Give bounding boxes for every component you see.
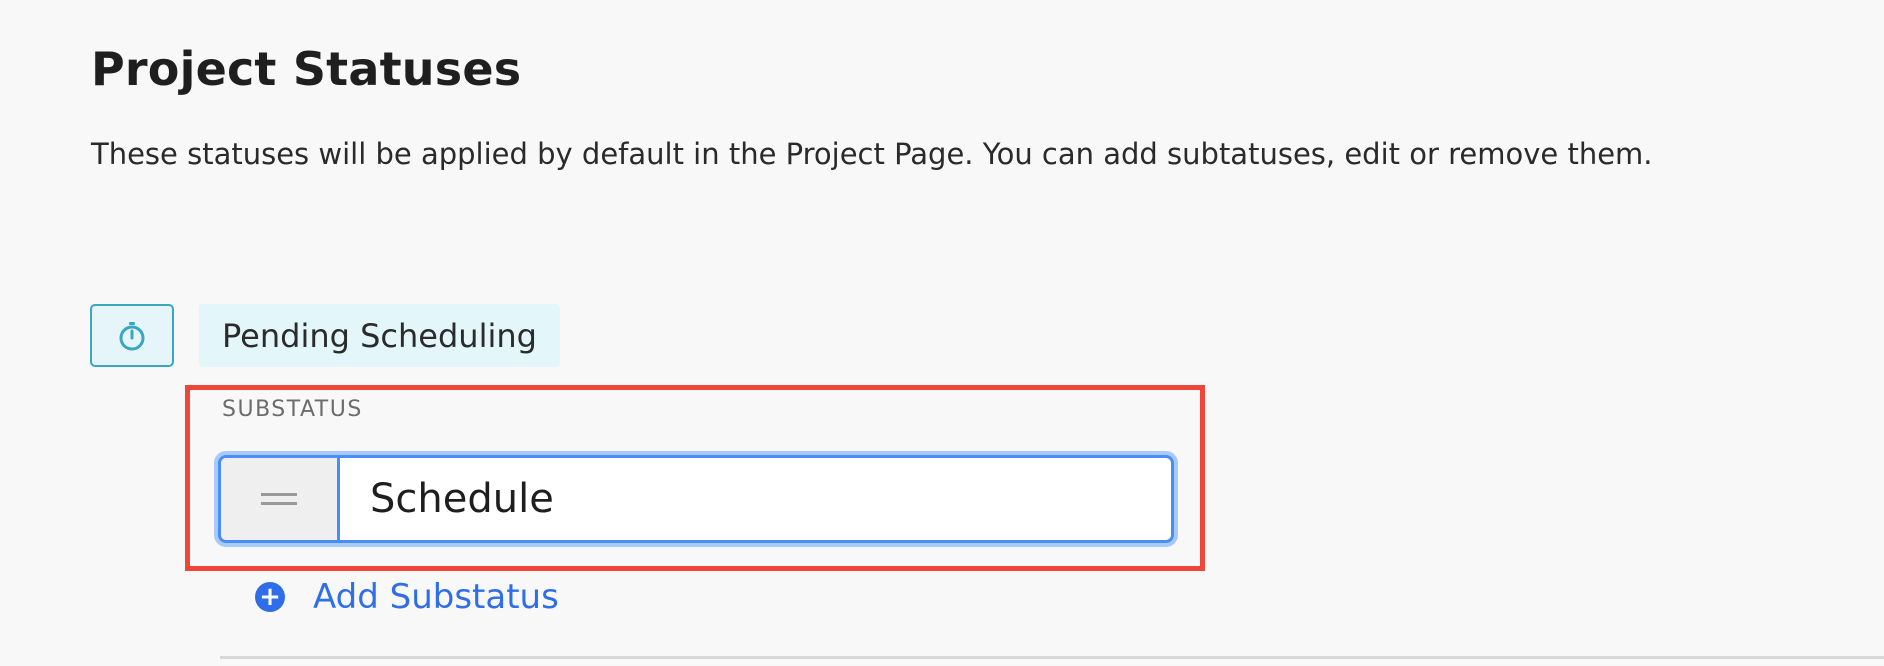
add-substatus-label: Add Substatus bbox=[313, 577, 559, 617]
status-name: Pending Scheduling bbox=[222, 316, 537, 355]
drag-handle[interactable] bbox=[221, 458, 340, 540]
divider bbox=[220, 656, 1884, 659]
plus-circle-icon: + bbox=[255, 582, 285, 612]
add-substatus-button[interactable]: + Add Substatus bbox=[255, 577, 559, 617]
project-statuses-page: Project Statuses These statuses will be … bbox=[0, 0, 1884, 666]
drag-handle-icon bbox=[261, 493, 297, 505]
stopwatch-icon bbox=[119, 321, 145, 350]
substatus-field bbox=[218, 455, 1174, 543]
page-title: Project Statuses bbox=[91, 42, 522, 96]
substatus-label: SUBSTATUS bbox=[222, 397, 363, 422]
status-chip[interactable]: Pending Scheduling bbox=[199, 304, 560, 367]
page-description: These statuses will be applied by defaul… bbox=[91, 137, 1653, 171]
substatus-input[interactable] bbox=[340, 458, 1171, 540]
status-icon-button[interactable] bbox=[90, 304, 174, 367]
